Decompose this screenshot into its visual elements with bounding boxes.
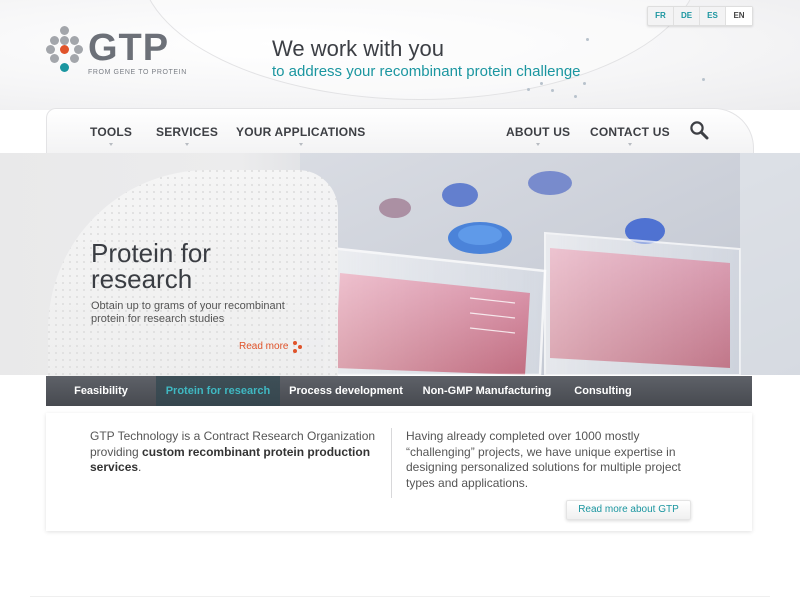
lang-de[interactable]: DE xyxy=(674,7,700,25)
intro-text: GTP Technology is a Contract Research Or… xyxy=(90,429,380,476)
lang-en[interactable]: EN xyxy=(726,7,752,25)
divider xyxy=(391,428,392,498)
hero-description: Obtain up to grams of your recombinant p… xyxy=(91,300,285,325)
hero-lab-image xyxy=(300,153,800,375)
tab-consulting[interactable]: Consulting xyxy=(562,376,644,406)
nav-contact-us[interactable]: CONTACT US xyxy=(590,125,670,146)
expertise-text: Having already completed over 1000 mostl… xyxy=(406,429,681,490)
hero-read-more-link[interactable]: Read more xyxy=(239,341,288,352)
sparkle xyxy=(551,89,554,92)
sparkle xyxy=(574,95,577,98)
hero-title: Protein for research xyxy=(91,238,211,294)
service-tabs: Feasibility Protein for research Process… xyxy=(46,376,752,406)
footer-divider xyxy=(30,596,770,597)
tab-process-development[interactable]: Process development xyxy=(280,376,412,406)
nav-tools[interactable]: TOOLS xyxy=(90,125,132,146)
read-more-about-gtp-button[interactable]: Read more about GTP xyxy=(566,500,691,520)
page: GTP FROM GENE TO PROTEIN We work with yo… xyxy=(0,0,800,600)
main-nav: TOOLS SERVICES YOUR APPLICATIONS ABOUT U… xyxy=(46,108,754,153)
tab-protein-for-research[interactable]: Protein for research xyxy=(156,376,280,406)
sparkle xyxy=(702,78,705,81)
tagline-sub: to address your recombinant protein chal… xyxy=(272,63,581,80)
search-icon[interactable] xyxy=(689,120,709,140)
sparkle xyxy=(586,38,589,41)
nav-your-applications[interactable]: YOUR APPLICATIONS xyxy=(236,125,365,146)
tagline-main: We work with you xyxy=(272,36,444,61)
sparkle xyxy=(540,82,543,85)
logo-tagline: FROM GENE TO PROTEIN xyxy=(88,69,187,76)
nav-about-us[interactable]: ABOUT US xyxy=(506,125,570,146)
language-switcher: FR DE ES EN xyxy=(647,6,753,26)
sparkle xyxy=(583,82,586,85)
lang-fr[interactable]: FR xyxy=(648,7,674,25)
tab-feasibility[interactable]: Feasibility xyxy=(46,376,156,406)
tab-non-gmp-manufacturing[interactable]: Non-GMP Manufacturing xyxy=(412,376,562,406)
nav-services[interactable]: SERVICES xyxy=(156,125,218,146)
lang-es[interactable]: ES xyxy=(700,7,726,25)
logo-dots-icon xyxy=(46,26,83,74)
logo[interactable]: GTP FROM GENE TO PROTEIN xyxy=(46,26,196,86)
read-more-dots-icon xyxy=(293,341,302,353)
logo-wordmark: GTP xyxy=(88,27,170,69)
sparkle xyxy=(527,88,530,91)
intro-text-end: . xyxy=(138,460,142,474)
